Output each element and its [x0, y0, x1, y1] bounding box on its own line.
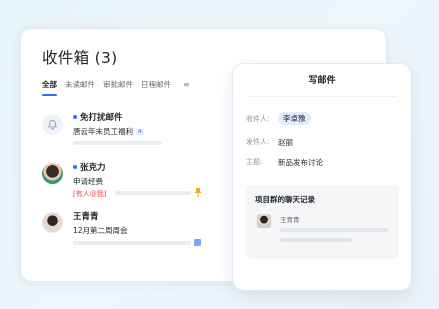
- mail-tabs: 全部 未读邮件 审批邮件 日程邮件 ≡: [42, 79, 190, 96]
- inbox-title: 收件箱 (3): [42, 49, 118, 67]
- mail-preview-placeholder: [115, 191, 191, 195]
- divider: [247, 96, 397, 97]
- tab-approval[interactable]: 审批邮件: [103, 79, 133, 90]
- chat-message-placeholder: [280, 238, 352, 242]
- attachment-icon: [194, 239, 201, 246]
- compose-title: 写邮件: [308, 76, 336, 86]
- chat-sender-name: 王青青: [280, 216, 300, 224]
- compose-window: 写邮件 收件人: 李卓豫 发件人: 赵丽 主题: 新品发布讨论 项目群的聊天记录…: [232, 63, 412, 291]
- mail-sender[interactable]: 张克力: [73, 161, 106, 173]
- to-label: 收件人:: [246, 115, 270, 123]
- mail-sender[interactable]: 免打扰邮件: [73, 111, 123, 123]
- mention-tag: [有人@我]: [73, 190, 107, 198]
- subject-label: 主题:: [246, 158, 263, 166]
- subject-field[interactable]: 新品发布讨论: [278, 157, 323, 168]
- tab-calendar[interactable]: 日程邮件: [141, 79, 171, 90]
- filter-icon[interactable]: ≡: [183, 80, 190, 89]
- mail-subject-text: 唐云年末员工福利: [73, 127, 133, 136]
- mail-subject[interactable]: 唐云年末员工福利 4: [73, 126, 144, 137]
- recipient-chip[interactable]: 李卓豫: [278, 112, 311, 125]
- avatar: [42, 212, 63, 233]
- avatar: [257, 214, 271, 228]
- mail-sender[interactable]: 王青青: [73, 210, 99, 222]
- mail-sender-name: 张克力: [80, 163, 106, 173]
- tab-all[interactable]: 全部: [42, 79, 57, 96]
- mail-preview-placeholder: [73, 241, 191, 245]
- mail-sender-name: 免打扰邮件: [80, 113, 123, 123]
- chat-card-title: 项目群的聊天记录: [255, 195, 315, 204]
- avatar: [42, 163, 63, 184]
- bell-icon: [42, 114, 63, 135]
- mail-subject[interactable]: 12月第二周周会: [73, 225, 128, 236]
- chat-record-card[interactable]: 项目群的聊天记录 王青青: [246, 185, 399, 259]
- unread-dot: [73, 164, 77, 169]
- tab-unread[interactable]: 未读邮件: [65, 79, 95, 90]
- unread-dot: [73, 114, 77, 119]
- from-field[interactable]: 赵丽: [278, 137, 293, 148]
- bell-off-icon: [47, 119, 58, 130]
- mail-preview-placeholder: [73, 141, 162, 145]
- mail-subject[interactable]: 申请经费: [73, 176, 103, 187]
- from-label: 发件人:: [246, 138, 270, 146]
- mail-count-badge: 4: [136, 129, 144, 135]
- pin-icon: [194, 188, 202, 197]
- chat-message-placeholder: [280, 228, 388, 232]
